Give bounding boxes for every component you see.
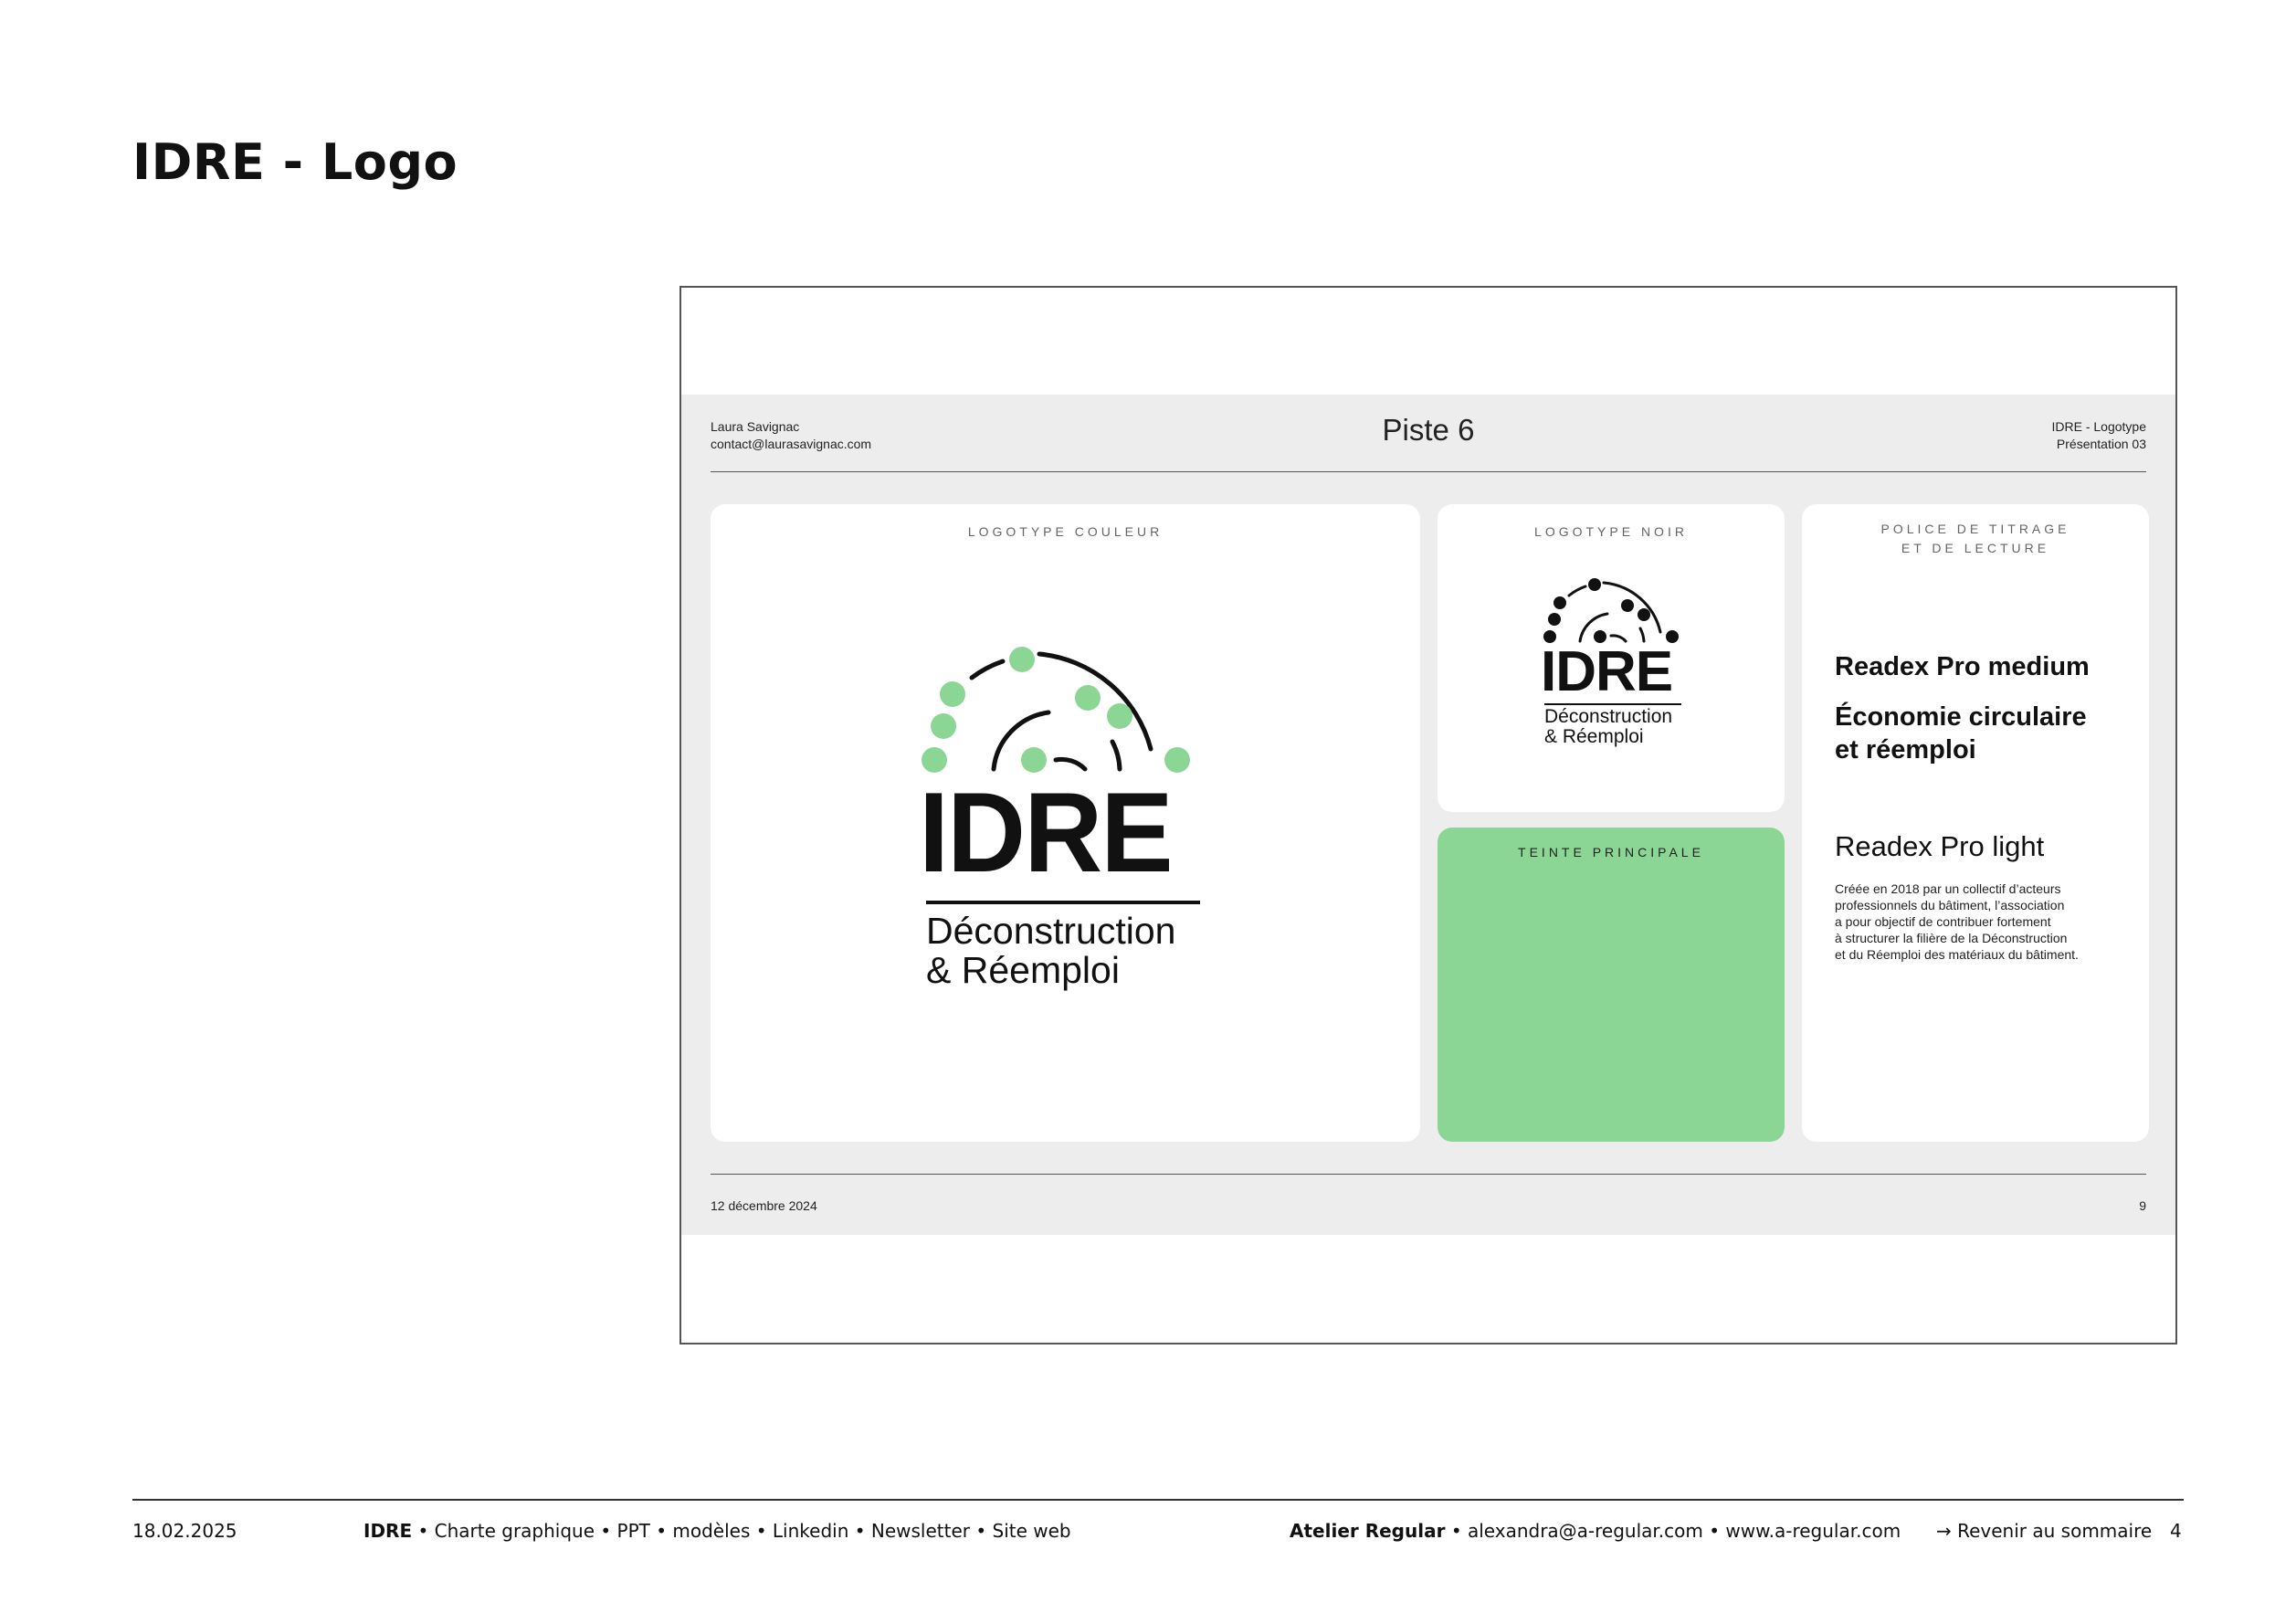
font-medium-sample-1: Économie circulaire	[1835, 702, 2087, 732]
font-medium-sample-2: et réemploi	[1835, 735, 1976, 765]
paragraph-line: à structurer la filière de la Déconstruc…	[1835, 931, 2068, 945]
font-medium-name: Readex Pro medium	[1835, 652, 2090, 681]
paragraph-line: professionnels du bâtiment, l’associatio…	[1835, 898, 2065, 912]
color-logo-sub-2: & Réemploi	[926, 949, 1120, 991]
footer-page-number: 4	[2170, 1520, 2182, 1542]
slide-date: 12 décembre 2024	[711, 1198, 817, 1213]
card-color-logo: LOGOTYPE COULEUR IDRE Déconstruction & R…	[711, 504, 1420, 1142]
paragraph-line: a pour objectif de contribuer fortement	[1835, 914, 2051, 929]
page-title: IDRE - Logo	[132, 133, 458, 191]
slide-band: Laura Savignac contact@laurasavignac.com…	[681, 395, 2175, 1235]
reference-line-1: IDRE - Logotype	[2051, 419, 2147, 434]
footer-project: IDRE • Charte graphique • PPT • modèles …	[363, 1520, 1071, 1542]
black-logo-underline	[1544, 703, 1681, 705]
footer-studio-name: Atelier Regular	[1290, 1520, 1446, 1542]
reference-line-2: Présentation 03	[2056, 437, 2146, 451]
footer-items: • Charte graphique • PPT • modèles • Lin…	[417, 1520, 1071, 1542]
card-main-color: TEINTE PRINCIPALE	[1438, 828, 1785, 1142]
slide-title: Piste 6	[1382, 413, 1475, 447]
back-to-summary-link[interactable]: → Revenir au sommaire	[1936, 1520, 2152, 1542]
font-light-name: Readex Pro light	[1835, 830, 2045, 862]
footer-divider	[132, 1499, 2184, 1501]
slide-top-divider	[711, 471, 2146, 472]
footer-brand: IDRE	[363, 1520, 413, 1542]
slide-preview: Laura Savignac contact@laurasavignac.com…	[679, 286, 2177, 1345]
color-logo-wordmark: IDRE	[919, 770, 1174, 896]
card-black-logo: LOGOTYPE NOIR IDRE Déconstruction & Réem…	[1438, 504, 1785, 812]
footer-studio: Atelier Regular • alexandra@a-regular.co…	[1290, 1520, 1901, 1542]
paragraph-line: et du Réemploi des matériaux du bâtiment…	[1835, 947, 2079, 962]
paragraph-line: Créée en 2018 par un collectif d’acteurs	[1835, 881, 2061, 896]
color-logo-arcs-icon	[922, 647, 1190, 773]
color-logo-sub-1: Déconstruction	[926, 910, 1176, 952]
black-logo-arcs-icon	[1543, 578, 1679, 643]
card-label: LOGOTYPE COULEUR	[967, 524, 1164, 539]
card-label: LOGOTYPE NOIR	[1534, 524, 1688, 539]
slide-page-number: 9	[2139, 1198, 2146, 1213]
black-logo-sub-2: & Réemploi	[1544, 726, 1644, 747]
card-fonts: POLICE DE TITRAGE ET DE LECTURE Readex P…	[1802, 504, 2149, 1142]
font-light-paragraph: Créée en 2018 par un collectif d’acteurs…	[1835, 881, 2136, 963]
slide-reference: IDRE - Logotype Présentation 03	[2052, 418, 2147, 453]
card-label-line-2: ET DE LECTURE	[1901, 541, 2050, 555]
footer-contact: • alexandra@a-regular.com • www.a-regula…	[1450, 1520, 1901, 1542]
card-label-line-1: POLICE DE TITRAGE	[1880, 522, 2070, 536]
card-label: TEINTE PRINCIPALE	[1518, 845, 1704, 859]
slide-bottom-divider	[711, 1174, 2146, 1175]
black-logo-wordmark: IDRE	[1541, 640, 1673, 703]
color-logo-underline	[926, 901, 1200, 904]
black-logo-sub-1: Déconstruction	[1544, 706, 1673, 727]
footer-date: 18.02.2025	[132, 1520, 237, 1542]
